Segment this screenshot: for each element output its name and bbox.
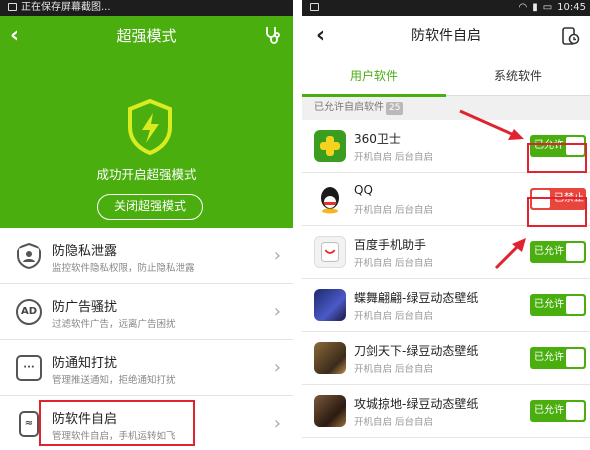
app-row-butterfly: 蝶舞翩翩-绿豆动态壁纸 开机自启 后台自启 已允许 — [302, 279, 590, 332]
menu-item-ads[interactable]: AD 防广告骚扰 过滤软件广告，远离广告困扰 › — [0, 284, 293, 340]
app-360-icon — [314, 130, 346, 162]
app-name: QQ — [354, 183, 373, 197]
toggle-label: 已允许 — [534, 405, 564, 416]
app-row-siege: 攻城掠地-绿豆动态壁纸 开机自启 后台自启 已允许 — [302, 385, 590, 438]
menu-item-notifications[interactable]: ··· 防通知打扰 管理推送通知，拒绝通知打扰 › — [0, 340, 293, 396]
top-bar: ‹ 超强模式 — [0, 16, 293, 56]
app-sword-wallpaper-icon — [314, 342, 346, 374]
battery-icon: ▭ — [542, 2, 553, 13]
autostart-screen: ◠ ▮ ▭ 10:45 ‹ 防软件自启 用户软件 系统软件 已允许自启软件25 — [302, 0, 590, 450]
autostart-toggle[interactable]: 已允许 — [530, 400, 586, 422]
tab-label: 系统软件 — [493, 69, 542, 83]
status-time: 10:45 — [557, 2, 586, 13]
page-title: 防软件自启 — [411, 28, 481, 44]
back-button[interactable]: ‹ — [316, 16, 325, 56]
menu-item-title: 防通知打扰 — [52, 356, 118, 371]
app-autostart-info: 开机自启 后台自启 — [354, 417, 434, 428]
app-name: 蝶舞翩翩-绿豆动态壁纸 — [354, 291, 479, 305]
close-super-mode-button[interactable]: 关闭超强模式 — [97, 194, 203, 220]
autostart-icon: ≈ — [19, 411, 39, 437]
toggle-label: 已允许 — [534, 246, 564, 257]
section-header: 已允许自启软件 25 — [302, 96, 590, 120]
tab-bar: 用户软件 系统软件 — [302, 56, 590, 97]
ad-block-icon: AD — [16, 299, 42, 325]
toggle-label: 已允许 — [534, 352, 564, 363]
app-name: 360卫士 — [354, 132, 401, 146]
app-butterfly-wallpaper-icon — [314, 289, 346, 321]
autostart-toggle[interactable]: 已允许 — [530, 347, 586, 369]
hero-section: ‹ 超强模式 成功开启超强模式 关闭超强模式 — [0, 16, 293, 228]
screenshot-composite: 正在保存屏幕截图... ‹ 超强模式 成功开启超强模式 关闭超强模式 防隐私泄露… — [0, 0, 590, 450]
super-mode-screen: 正在保存屏幕截图... ‹ 超强模式 成功开启超强模式 关闭超强模式 防隐私泄露… — [0, 0, 293, 450]
chevron-right-icon: › — [273, 357, 281, 378]
clock-phone-icon[interactable] — [560, 26, 580, 46]
highlight-box-denied — [527, 197, 587, 227]
tab-label: 用户软件 — [349, 69, 398, 83]
top-bar: ‹ 防软件自启 — [302, 16, 590, 56]
count-badge: 25 — [386, 102, 404, 115]
menu-item-subtitle: 监控软件隐私权限，防止隐私泄露 — [52, 263, 195, 274]
notification-icon: ··· — [16, 355, 42, 381]
chevron-right-icon: › — [273, 245, 281, 266]
app-name: 百度手机助手 — [354, 238, 427, 252]
app-qq-icon — [314, 183, 346, 215]
menu-item-subtitle: 管理推送通知，拒绝通知打扰 — [52, 375, 176, 386]
app-autostart-info: 开机自启 后台自启 — [354, 311, 434, 322]
app-autostart-info: 开机自启 后台自启 — [354, 258, 434, 269]
status-text: 正在保存屏幕截图... — [21, 2, 111, 13]
menu-item-title: 防隐私泄露 — [52, 244, 118, 259]
app-name: 刀剑天下-绿豆动态壁纸 — [354, 344, 479, 358]
hero-message: 成功开启超强模式 — [96, 167, 197, 182]
shield-lightning-icon — [128, 99, 172, 155]
stethoscope-icon[interactable] — [263, 25, 283, 45]
wifi-icon: ◠ — [518, 2, 528, 13]
signal-icon: ▮ — [532, 2, 538, 13]
screenshot-icon — [8, 3, 17, 11]
autostart-toggle[interactable]: 已允许 — [530, 241, 586, 263]
tab-indicator — [302, 94, 446, 97]
menu-item-title: 防广告骚扰 — [52, 300, 118, 315]
app-name: 攻城掠地-绿豆动态壁纸 — [354, 397, 479, 411]
chevron-right-icon: › — [273, 301, 281, 322]
app-autostart-info: 开机自启 后台自启 — [354, 364, 434, 375]
menu-item-privacy[interactable]: 防隐私泄露 监控软件隐私权限，防止隐私泄露 › — [0, 228, 293, 284]
menu-item-subtitle: 过滤软件广告，远离广告困扰 — [52, 319, 176, 330]
status-bar: ◠ ▮ ▭ 10:45 — [302, 0, 590, 16]
app-autostart-info: 开机自启 后台自启 — [354, 152, 434, 163]
tab-user-apps[interactable]: 用户软件 — [302, 56, 446, 97]
toggle-label: 已允许 — [534, 299, 564, 310]
tab-system-apps[interactable]: 系统软件 — [446, 56, 590, 96]
autostart-toggle[interactable]: 已允许 — [530, 294, 586, 316]
app-baidu-icon — [314, 236, 346, 268]
status-icons: ◠ ▮ ▭ 10:45 — [513, 0, 586, 16]
status-bar: 正在保存屏幕截图... — [0, 0, 293, 16]
section-label: 已允许自启软件 — [314, 102, 384, 113]
app-row-baidu: 百度手机助手 开机自启 后台自启 已允许 — [302, 226, 590, 279]
app-autostart-info: 开机自启 后台自启 — [354, 205, 434, 216]
user-shield-icon — [17, 243, 41, 269]
chevron-right-icon: › — [273, 413, 281, 434]
page-title: 超强模式 — [116, 27, 177, 45]
screenshot-icon — [310, 3, 319, 11]
app-row-sword: 刀剑天下-绿豆动态壁纸 开机自启 后台自启 已允许 — [302, 332, 590, 385]
back-button[interactable]: ‹ — [10, 16, 19, 56]
highlight-box-allowed — [527, 143, 587, 173]
app-siege-wallpaper-icon — [314, 395, 346, 427]
highlight-box — [39, 400, 195, 446]
